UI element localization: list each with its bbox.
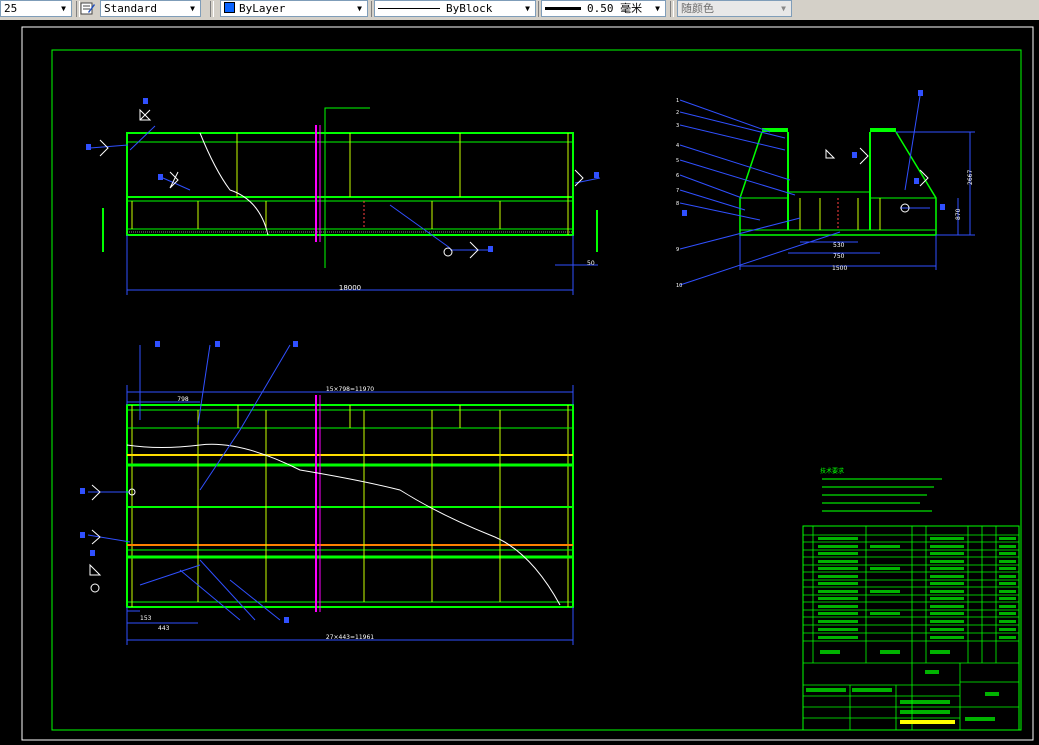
- color-swatch-icon: [224, 2, 235, 13]
- svg-text:2: 2: [676, 110, 679, 116]
- linetype-dropdown[interactable]: ByBlock ▼: [374, 0, 536, 17]
- top-end-dim: 50: [587, 260, 595, 267]
- svg-text:6: 6: [676, 173, 679, 179]
- text-style-dropdown[interactable]: Standard ▼: [100, 0, 201, 17]
- color-value: ByLayer: [239, 2, 286, 15]
- drawing-canvas[interactable]: 18000 50 123 456 789 10 2667 870 530 750…: [0, 20, 1039, 745]
- chevron-down-icon[interactable]: ▼: [58, 1, 69, 16]
- plotstyle-value: 随颜色: [681, 2, 714, 15]
- chevron-down-icon[interactable]: ▼: [187, 1, 198, 16]
- svg-text:3: 3: [676, 123, 679, 129]
- svg-text:10: 10: [676, 283, 682, 289]
- plan-bottom-dim: 27×443=11961: [326, 634, 374, 641]
- linetype-value: ByBlock: [446, 2, 493, 15]
- section-inner-dim: 870: [955, 208, 962, 220]
- chevron-down-icon: ▼: [781, 4, 786, 13]
- lineweight-value: 0.50 毫米: [587, 2, 643, 15]
- notes-title: 技术要求: [820, 467, 844, 475]
- color-dropdown[interactable]: ByLayer ▼: [220, 0, 368, 17]
- separator: [210, 1, 214, 17]
- top-length-dim: 18000: [339, 284, 361, 292]
- svg-text:4: 4: [676, 143, 679, 149]
- chevron-down-icon[interactable]: ▼: [522, 1, 533, 16]
- svg-text:1: 1: [676, 98, 679, 104]
- separator: [670, 1, 674, 17]
- text-style-icon[interactable]: [80, 1, 96, 16]
- section-span-1500: 1500: [832, 265, 847, 272]
- scale-value: 25: [4, 2, 18, 15]
- linetype-sample-icon: [378, 8, 440, 9]
- svg-text:5: 5: [676, 158, 679, 164]
- scale-dropdown[interactable]: 25 ▼: [0, 0, 72, 17]
- section-height-dim: 2667: [967, 170, 974, 185]
- chevron-down-icon[interactable]: ▼: [354, 1, 365, 16]
- section-span-750: 750: [833, 253, 845, 260]
- plan-first-dim: 798: [177, 396, 189, 403]
- plan-small-dim-2: 443: [158, 625, 170, 632]
- svg-text:9: 9: [676, 247, 679, 253]
- lineweight-dropdown[interactable]: 0.50 毫米 ▼: [541, 0, 666, 17]
- plan-small-dim-1: 153: [140, 615, 152, 622]
- plan-top-dim: 15×798=11970: [326, 386, 374, 393]
- svg-text:7: 7: [676, 188, 679, 194]
- plotstyle-dropdown: 随颜色 ▼: [677, 0, 792, 17]
- lineweight-sample-icon: [545, 7, 581, 10]
- properties-toolbar: 25 ▼ Standard ▼ ByLayer ▼ ByBlock ▼ 0.50…: [0, 0, 1039, 21]
- chevron-down-icon[interactable]: ▼: [652, 1, 663, 16]
- text-style-value: Standard: [104, 2, 157, 15]
- svg-text:8: 8: [676, 201, 679, 207]
- section-span-530: 530: [833, 242, 845, 249]
